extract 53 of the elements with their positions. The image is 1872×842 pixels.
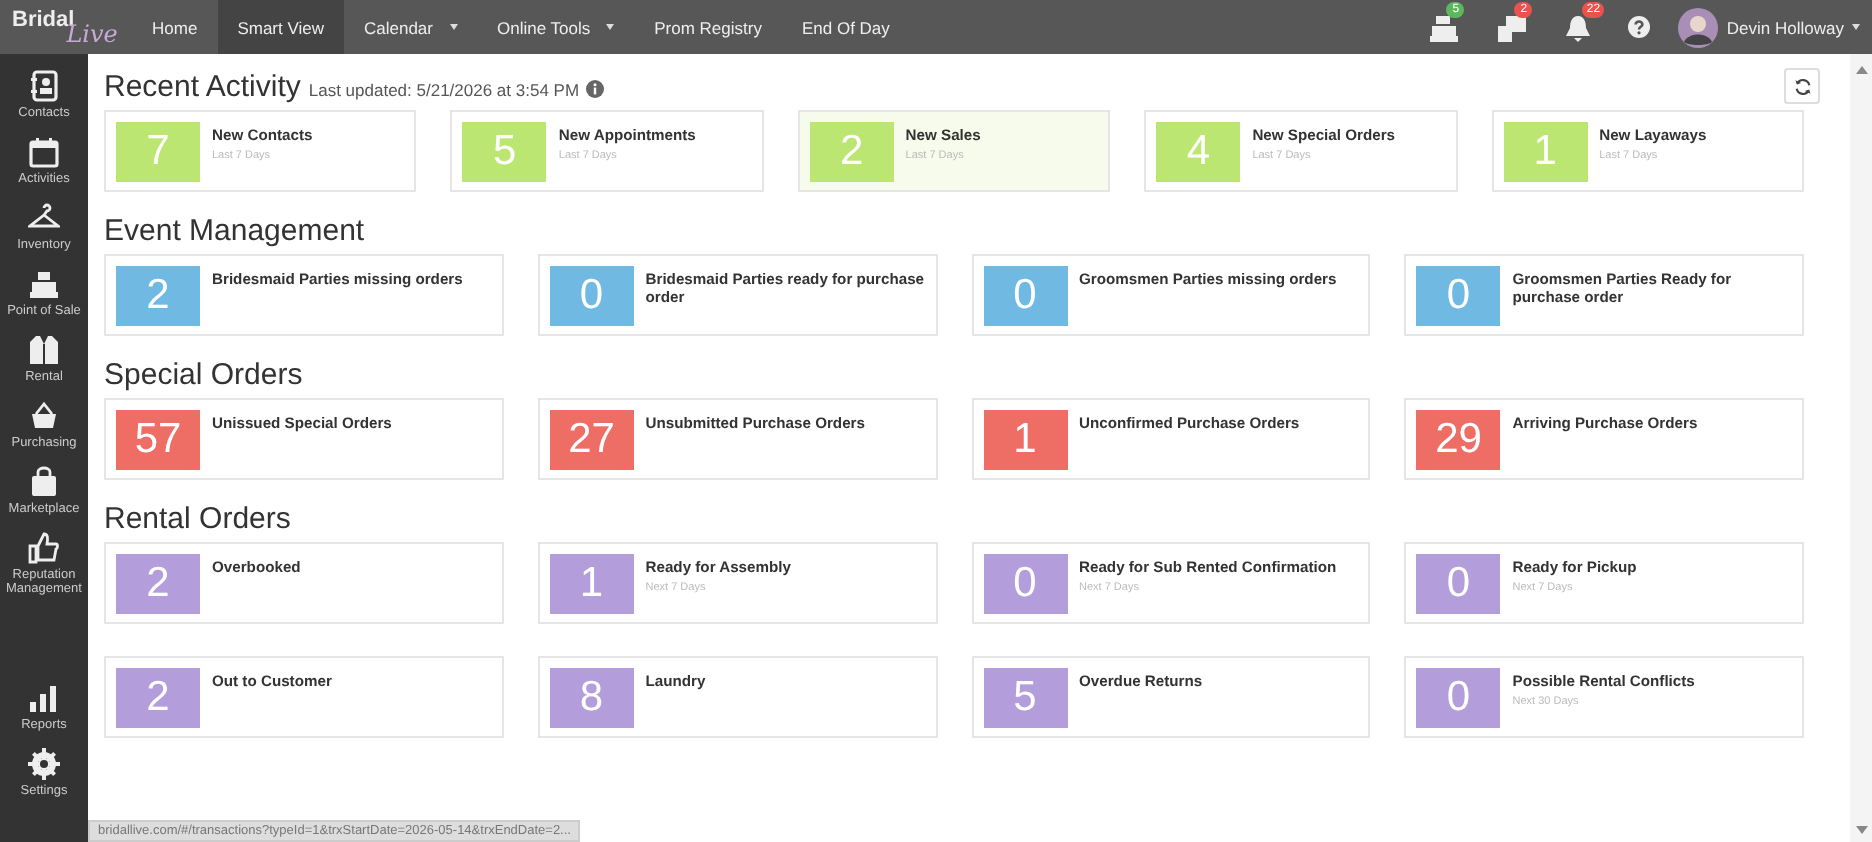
shopping-bag-icon: [28, 466, 60, 498]
monitor-icon[interactable]: [1496, 13, 1529, 41]
user-menu[interactable]: Devin Holloway: [1726, 17, 1860, 37]
count-tile: 0: [1416, 266, 1501, 326]
bar-chart-icon: [28, 682, 60, 714]
bell-icon[interactable]: [1564, 13, 1593, 41]
count-tile: 1: [983, 410, 1067, 470]
basket-icon: [28, 400, 60, 432]
nav-tab[interactable]: End Of Day: [781, 0, 910, 54]
nav-tab[interactable]: Prom Registry: [634, 0, 782, 54]
count-tile: 8: [549, 668, 634, 728]
count-tile: 0: [983, 266, 1067, 326]
count-tile: 0: [1416, 668, 1501, 728]
register-icon[interactable]: [1428, 13, 1461, 41]
address-book-icon: [28, 70, 60, 102]
count-tile: 57: [116, 410, 200, 470]
nav-tab[interactable]: Calendar: [344, 0, 477, 54]
refresh-button[interactable]: [1784, 68, 1820, 104]
count-tile: 0: [983, 554, 1067, 614]
count-tile: 0: [549, 266, 634, 326]
logo[interactable]: BridalLive: [0, 0, 132, 54]
count-tile: 4: [1156, 122, 1241, 182]
calendar-icon: [28, 136, 60, 168]
jacket-icon: [28, 334, 60, 366]
count-tile: 0: [1416, 554, 1501, 614]
count-tile: 1: [549, 554, 634, 614]
section-title: Event Management: [104, 213, 365, 247]
scrollbar[interactable]: [1850, 54, 1872, 842]
count-tile: 27: [549, 410, 634, 470]
count-tile: 5: [983, 668, 1067, 728]
thumbs-up-icon: [28, 532, 60, 564]
help-icon[interactable]: [1628, 16, 1651, 38]
caret-icon: [1852, 24, 1860, 30]
count-tile: 2: [116, 266, 200, 326]
cash-register-icon: [28, 268, 60, 300]
nav-tab[interactable]: Smart View: [217, 0, 344, 54]
count-tile: 2: [116, 668, 200, 728]
info-icon[interactable]: [585, 79, 604, 97]
nav-tab[interactable]: Online Tools: [477, 0, 635, 54]
section-title: Special Orders: [104, 357, 303, 391]
last-updated: Last updated: 5/21/2026 at 3:54 PM: [308, 79, 580, 99]
count-tile: 7: [116, 122, 200, 182]
count-tile: 5: [462, 122, 547, 182]
section-title: Rental Orders: [104, 501, 291, 535]
nav-tab[interactable]: Home: [132, 0, 218, 54]
count-tile: 29: [1416, 410, 1501, 470]
count-tile: 2: [809, 122, 894, 182]
count-tile: 2: [116, 554, 200, 614]
section-title: Recent Activity: [104, 69, 301, 103]
count-tile: 1: [1503, 122, 1588, 182]
settings-icon: [28, 748, 60, 780]
refresh-icon: [1793, 77, 1811, 95]
avatar[interactable]: [1678, 7, 1719, 47]
